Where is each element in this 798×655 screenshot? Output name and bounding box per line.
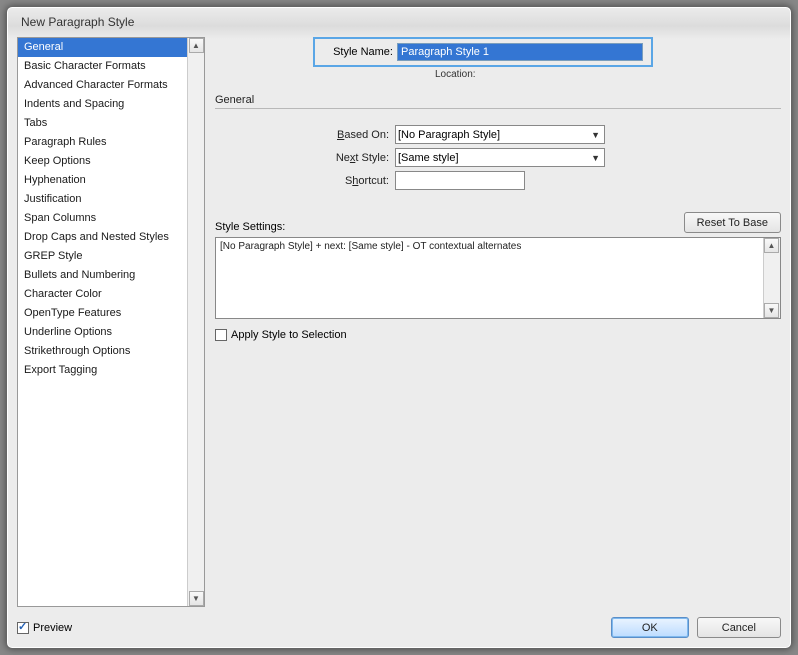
- sidebar-item-bullets-and-numbering[interactable]: Bullets and Numbering: [18, 266, 187, 285]
- general-form: Based On: [No Paragraph Style] ▼ Next St…: [215, 125, 781, 194]
- sidebar-item-span-columns[interactable]: Span Columns: [18, 209, 187, 228]
- sidebar-item-hyphenation[interactable]: Hyphenation: [18, 171, 187, 190]
- section-title: General: [215, 94, 781, 106]
- sidebar-item-keep-options[interactable]: Keep Options: [18, 152, 187, 171]
- dialog-window: New Paragraph Style GeneralBasic Charact…: [6, 6, 792, 649]
- ok-button[interactable]: OK: [611, 617, 689, 638]
- chevron-down-icon: ▼: [591, 153, 600, 163]
- sidebar-item-paragraph-rules[interactable]: Paragraph Rules: [18, 133, 187, 152]
- apply-style-checkbox[interactable]: [215, 329, 227, 341]
- sidebar-scrollbar[interactable]: ▲ ▼: [187, 38, 204, 606]
- cancel-button[interactable]: Cancel: [697, 617, 781, 638]
- apply-style-label: Apply Style to Selection: [231, 329, 347, 341]
- based-on-value: [No Paragraph Style]: [398, 129, 500, 141]
- sidebar-item-grep-style[interactable]: GREP Style: [18, 247, 187, 266]
- based-on-select[interactable]: [No Paragraph Style] ▼: [395, 125, 605, 144]
- scroll-down-icon[interactable]: ▼: [189, 591, 204, 606]
- next-style-select[interactable]: [Same style] ▼: [395, 148, 605, 167]
- style-name-label: Style Name:: [323, 46, 397, 58]
- sidebar-item-justification[interactable]: Justification: [18, 190, 187, 209]
- dialog-footer: Preview OK Cancel: [17, 607, 781, 638]
- shortcut-input[interactable]: [395, 171, 525, 190]
- content-area: GeneralBasic Character FormatsAdvanced C…: [17, 37, 781, 607]
- sidebar-item-general[interactable]: General: [18, 38, 187, 57]
- sidebar-item-drop-caps-and-nested-styles[interactable]: Drop Caps and Nested Styles: [18, 228, 187, 247]
- sidebar-item-tabs[interactable]: Tabs: [18, 114, 187, 133]
- scroll-down-icon[interactable]: ▼: [764, 303, 779, 318]
- settings-scrollbar[interactable]: ▲ ▼: [763, 238, 780, 318]
- category-listbox[interactable]: GeneralBasic Character FormatsAdvanced C…: [17, 37, 205, 607]
- style-settings-summary: [No Paragraph Style] + next: [Same style…: [220, 241, 521, 252]
- chevron-down-icon: ▼: [591, 130, 600, 140]
- reset-to-base-button[interactable]: Reset To Base: [684, 212, 781, 233]
- next-style-label: Next Style:: [215, 152, 395, 164]
- scroll-up-icon[interactable]: ▲: [189, 38, 204, 53]
- style-settings-label: Style Settings:: [215, 221, 285, 233]
- sidebar-item-indents-and-spacing[interactable]: Indents and Spacing: [18, 95, 187, 114]
- style-name-group: Style Name: Location:: [215, 37, 781, 80]
- sidebar-item-advanced-character-formats[interactable]: Advanced Character Formats: [18, 76, 187, 95]
- sidebar-item-character-color[interactable]: Character Color: [18, 285, 187, 304]
- preview-checkbox[interactable]: [17, 622, 29, 634]
- style-name-input[interactable]: [397, 43, 643, 61]
- main-panel: Style Name: Location: General Based On: …: [215, 37, 781, 607]
- location-label: Location:: [435, 69, 781, 80]
- sidebar-item-basic-character-formats[interactable]: Basic Character Formats: [18, 57, 187, 76]
- based-on-label: Based On:: [215, 129, 395, 141]
- next-style-value: [Same style]: [398, 152, 459, 164]
- divider: [215, 108, 781, 109]
- sidebar-item-opentype-features[interactable]: OpenType Features: [18, 304, 187, 323]
- sidebar-item-strikethrough-options[interactable]: Strikethrough Options: [18, 342, 187, 361]
- sidebar-item-underline-options[interactable]: Underline Options: [18, 323, 187, 342]
- window-title: New Paragraph Style: [17, 13, 781, 37]
- sidebar-item-export-tagging[interactable]: Export Tagging: [18, 361, 187, 380]
- shortcut-label: Shortcut:: [215, 175, 395, 187]
- preview-label: Preview: [33, 622, 72, 634]
- scroll-up-icon[interactable]: ▲: [764, 238, 779, 253]
- style-settings-box: [No Paragraph Style] + next: [Same style…: [215, 237, 781, 319]
